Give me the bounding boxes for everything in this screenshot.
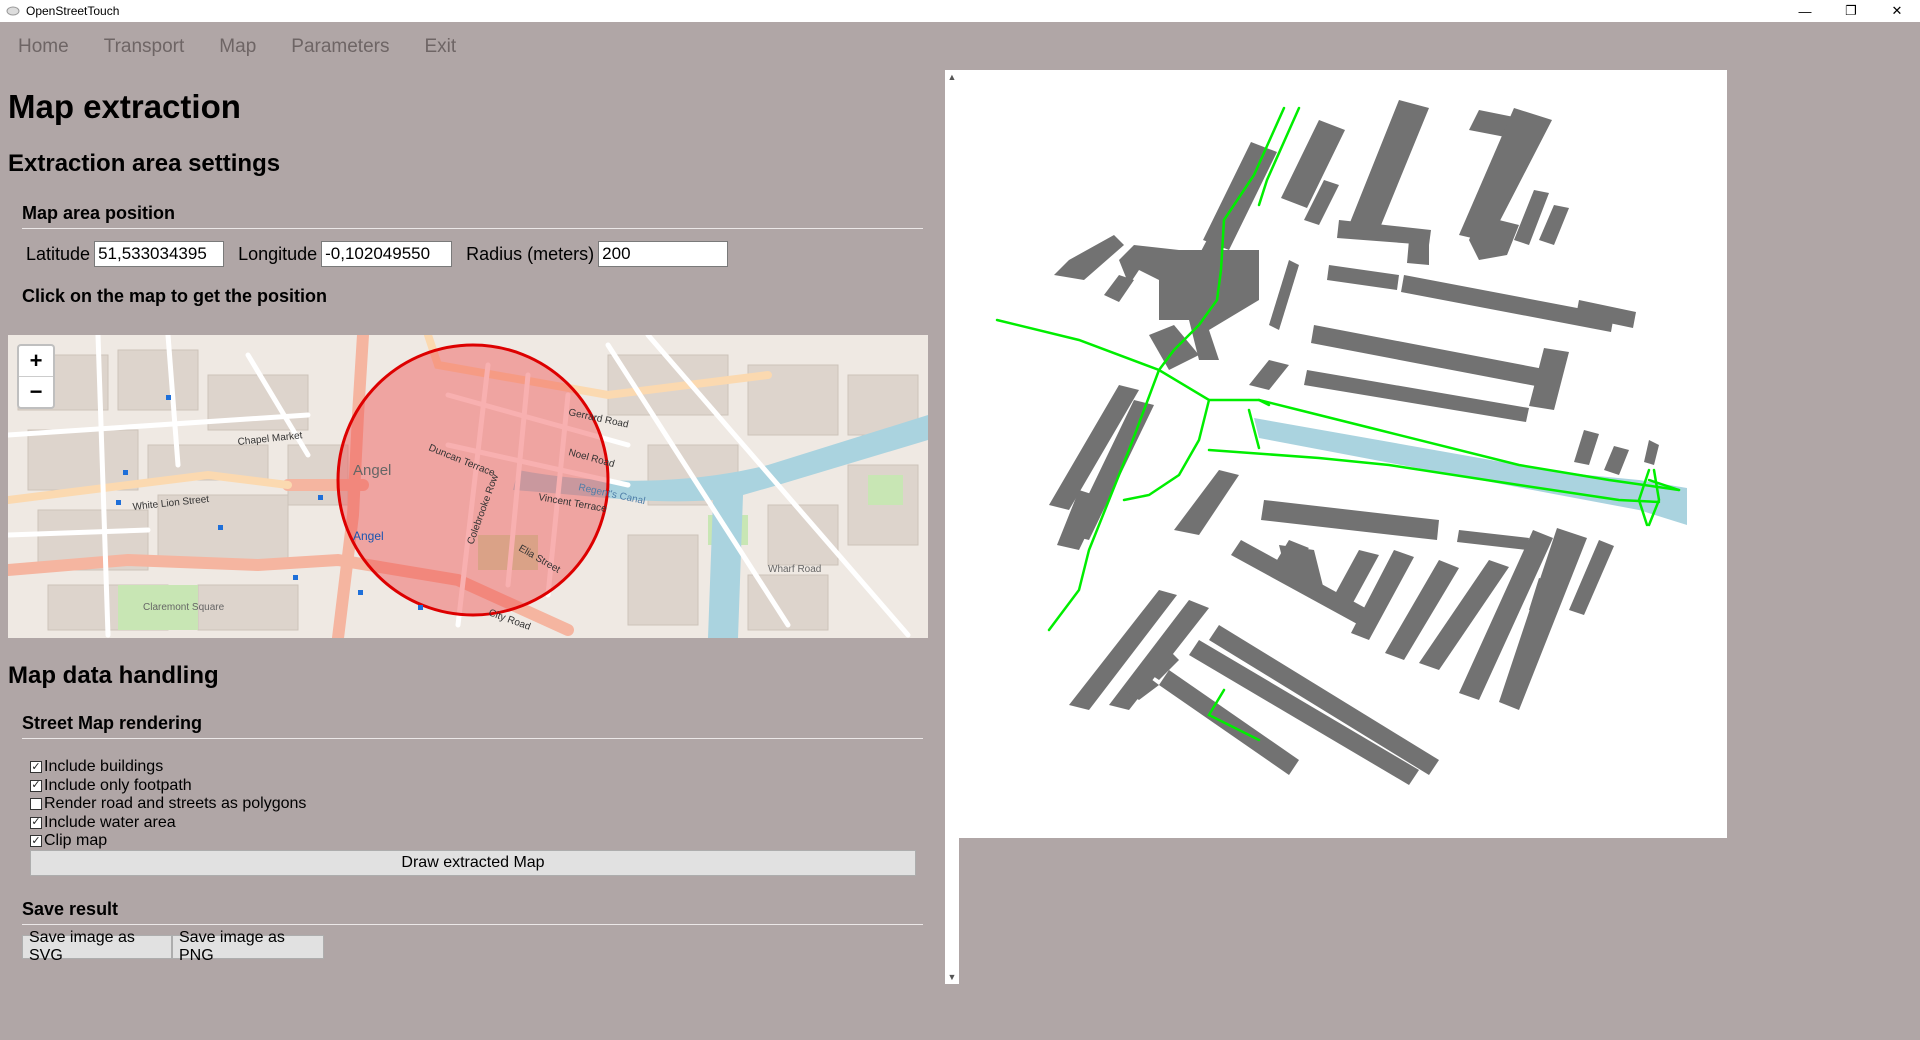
option-label: Clip map	[44, 832, 108, 850]
divider	[22, 924, 923, 925]
checkbox-checked[interactable]: ✓	[30, 816, 42, 829]
restore-icon[interactable]: ❐	[1828, 0, 1874, 22]
menu-home[interactable]: Home	[18, 36, 69, 58]
menu-transport[interactable]: Transport	[104, 36, 185, 58]
extraction-section-title: Extraction area settings	[8, 150, 281, 177]
output-scrollbar[interactable]: ▲ ▼	[945, 70, 959, 984]
radius-label: Radius (meters)	[466, 243, 595, 264]
zoom-controls: + −	[17, 344, 55, 409]
longitude-input[interactable]	[321, 241, 453, 267]
option-include-only-footpath[interactable]: ✓ Include only footpath	[30, 777, 306, 796]
checkbox-unchecked[interactable]	[30, 798, 42, 811]
option-include-water-area[interactable]: ✓ Include water area	[30, 814, 306, 833]
window-title: OpenStreetTouch	[26, 4, 120, 18]
zoom-out-button[interactable]: −	[19, 376, 53, 407]
scroll-down-icon[interactable]: ▼	[945, 970, 959, 984]
option-label: Render road and streets as polygons	[44, 795, 307, 813]
save-result-title: Save result	[22, 899, 119, 919]
close-icon[interactable]: ✕	[1874, 0, 1920, 22]
scroll-up-icon[interactable]: ▲	[945, 70, 959, 84]
window-controls: — ❐ ✕	[1782, 0, 1920, 22]
position-map[interactable]: Angel Angel Regent's Canal Duncan Terrac…	[8, 335, 928, 638]
option-clip-map[interactable]: ✓ Clip map	[30, 832, 306, 851]
extracted-map	[995, 100, 1687, 785]
save-svg-button[interactable]: Save image as SVG	[22, 929, 172, 964]
handling-section-title: Map data handling	[8, 662, 219, 689]
label-angel-station: Angel	[353, 529, 384, 543]
title-bar: OpenStreetTouch — ❐ ✕	[0, 0, 1920, 22]
divider	[22, 738, 923, 739]
label-wharf-road: Wharf Road	[768, 564, 821, 575]
label-claremont-square: Claremont Square	[143, 602, 225, 613]
checkbox-checked[interactable]: ✓	[30, 779, 42, 792]
app-icon	[6, 6, 20, 16]
map-area-position-title: Map area position	[22, 203, 176, 223]
latitude-input[interactable]	[94, 241, 225, 267]
menu-exit[interactable]: Exit	[424, 36, 456, 58]
page-title: Map extraction	[8, 88, 241, 125]
menu-parameters[interactable]: Parameters	[291, 36, 389, 58]
extracted-map-canvas	[959, 70, 1727, 838]
checkbox-checked[interactable]: ✓	[30, 761, 42, 774]
option-render-roads-as-polygons[interactable]: Render road and streets as polygons	[30, 795, 306, 814]
save-png-button[interactable]: Save image as PNG	[172, 929, 324, 964]
position-fields: Latitude Longitude Radius (meters)	[26, 241, 742, 267]
radius-input[interactable]	[598, 241, 729, 267]
option-include-buildings[interactable]: ✓ Include buildings	[30, 758, 306, 777]
divider	[22, 228, 923, 229]
latitude-label: Latitude	[26, 243, 91, 264]
menu-bar: Home Transport Map Parameters Exit	[0, 30, 473, 64]
menu-map[interactable]: Map	[219, 36, 256, 58]
click-hint: Click on the map to get the position	[22, 286, 328, 306]
rendering-options: ✓ Include buildings ✓ Include only footp…	[30, 758, 306, 851]
option-label: Include buildings	[44, 758, 164, 776]
option-label: Include water area	[44, 813, 176, 831]
option-label: Include only footpath	[44, 776, 192, 794]
map-tiles: Angel Angel Regent's Canal Duncan Terrac…	[8, 335, 928, 638]
minimize-icon[interactable]: —	[1782, 0, 1828, 22]
draw-map-button[interactable]: Draw extracted Map	[30, 850, 916, 876]
longitude-label: Longitude	[238, 243, 318, 264]
zoom-in-button[interactable]: +	[19, 346, 53, 376]
label-angel: Angel	[353, 462, 391, 479]
street-map-rendering-title: Street Map rendering	[22, 713, 203, 733]
checkbox-checked[interactable]: ✓	[30, 835, 42, 848]
